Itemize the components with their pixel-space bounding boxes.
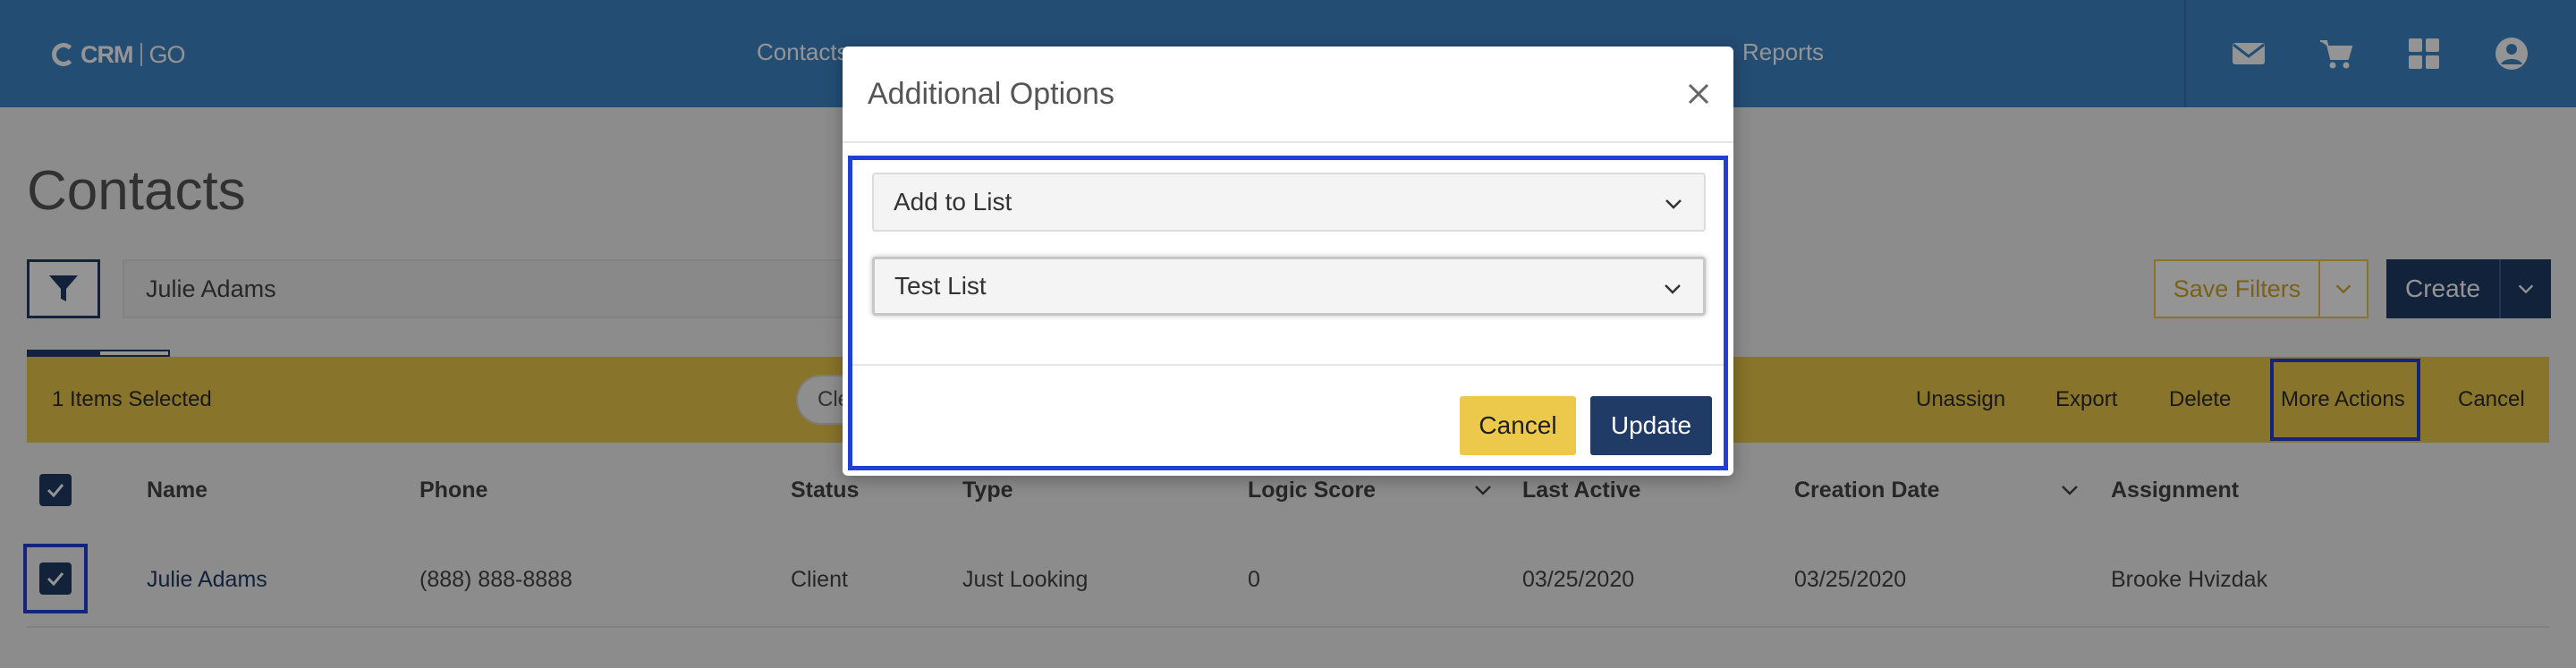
list-select[interactable]: Test List	[872, 257, 1706, 316]
list-select-value: Test List	[894, 272, 987, 300]
cancel-button[interactable]: Cancel	[1460, 396, 1576, 455]
chevron-down-icon	[1665, 199, 1682, 209]
update-button[interactable]: Update	[1590, 396, 1712, 455]
close-icon[interactable]	[1683, 79, 1714, 109]
action-select-value: Add to List	[894, 188, 1013, 216]
additional-options-dialog: Additional Options Add to List Test List…	[843, 47, 1733, 476]
dialog-header: Additional Options	[843, 47, 1733, 143]
dialog-body: Add to List Test List Cancel Update	[848, 156, 1728, 470]
dialog-footer-divider	[852, 364, 1724, 366]
dialog-title: Additional Options	[868, 77, 1114, 111]
action-select[interactable]: Add to List	[872, 173, 1706, 232]
chevron-down-icon	[1665, 284, 1681, 294]
